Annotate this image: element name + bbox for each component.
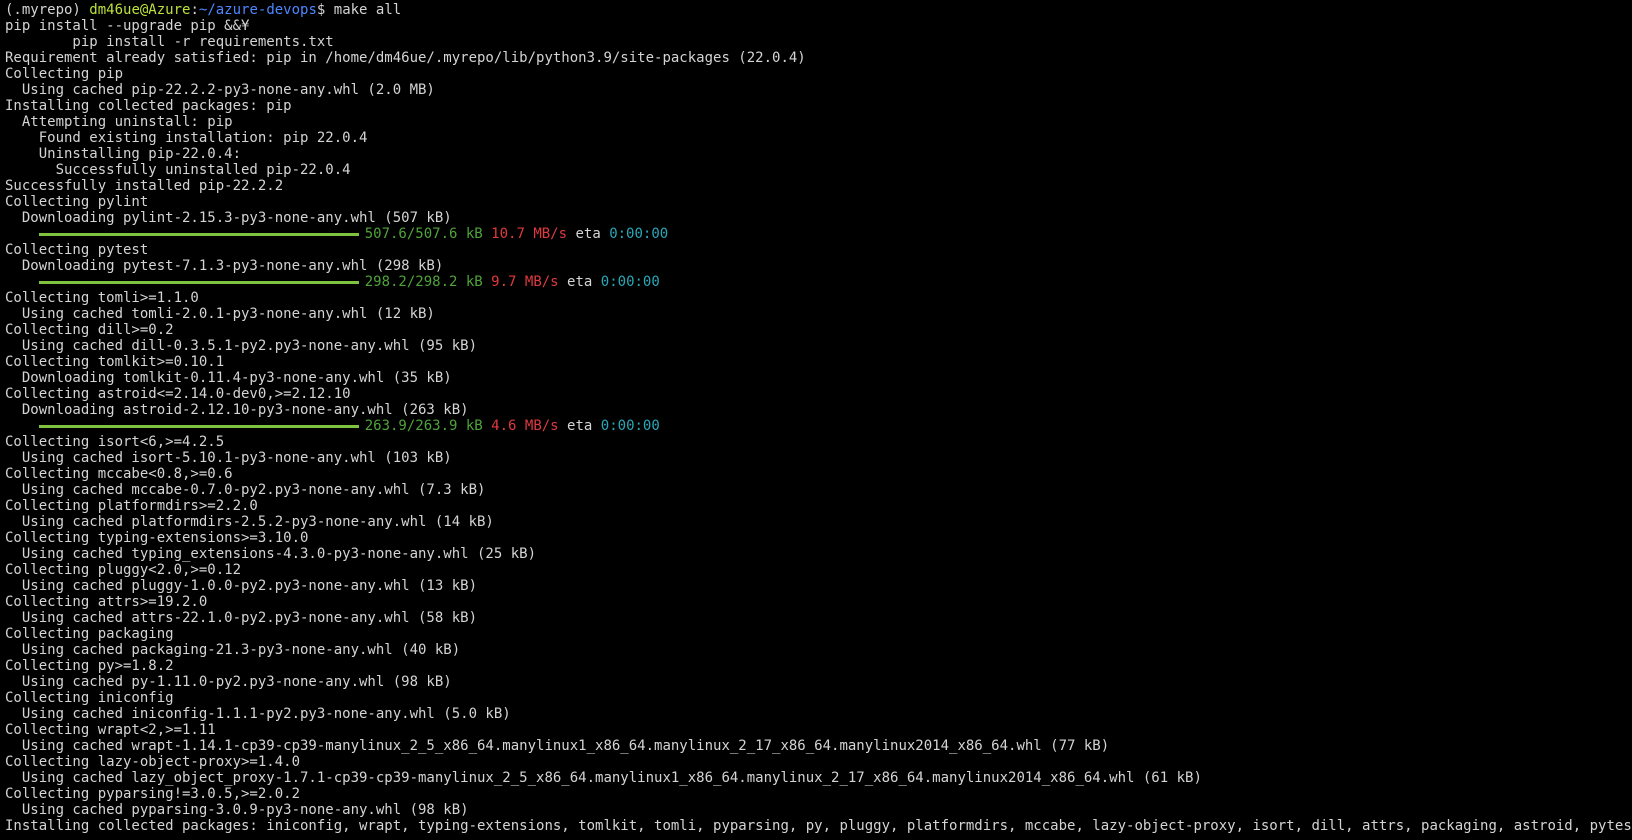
output-line: Downloading pytest-7.1.3-py3-none-any.wh… [5, 258, 444, 274]
output-line: Collecting pytest [5, 242, 149, 258]
output-line: Using cached mccabe-0.7.0-py2.py3-none-a… [5, 482, 486, 498]
download-speed: 4.6 MB/s [491, 418, 559, 434]
output-line: Using cached pip-22.2.2-py3-none-any.whl… [5, 82, 435, 98]
prompt-user-host: dm46ue@Azure [89, 2, 191, 18]
output-line: Uninstalling pip-22.0.4: [5, 146, 242, 162]
output-line: Collecting dill>=0.2 [5, 322, 174, 338]
output-line: Collecting lazy-object-proxy>=1.4.0 [5, 754, 301, 770]
download-progress-line: 263.9/263.9 kB 4.6 MB/s eta 0:00:00 [5, 418, 1632, 434]
output-line: Using cached typing_extensions-4.3.0-py3… [5, 546, 537, 562]
terminal-window[interactable]: (.myrepo) dm46ue@Azure:~/azure-devops$ m… [0, 0, 1632, 840]
output-line: Using cached tomli-2.0.1-py3-none-any.wh… [5, 306, 435, 322]
download-size: 298.2/298.2 kB [364, 274, 483, 290]
output-line: Requirement already satisfied: pip in /h… [5, 50, 806, 66]
output-line: Collecting iniconfig [5, 690, 174, 706]
prompt-venv: (.myrepo) [5, 2, 90, 18]
download-size: 507.6/507.6 kB [364, 226, 483, 242]
output-line: Successfully uninstalled pip-22.0.4 [5, 162, 351, 178]
output-line: Collecting typing-extensions>=3.10.0 [5, 530, 309, 546]
output-line: Collecting pylint [5, 194, 149, 210]
output-line: Collecting platformdirs>=2.2.0 [5, 498, 258, 514]
output-line: Attempting uninstall: pip [5, 114, 233, 130]
eta-label: eta [567, 418, 593, 434]
output-line: Collecting astroid<=2.14.0-dev0,>=2.12.1… [5, 386, 351, 402]
output-line: Using cached platformdirs-2.5.2-py3-none… [5, 514, 494, 530]
output-line: Collecting tomli>=1.1.0 [5, 290, 199, 306]
output-line: Collecting isort<6,>=4.2.5 [5, 434, 225, 450]
prompt-symbol: $ [316, 2, 334, 18]
output-line: Downloading tomlkit-0.11.4-py3-none-any.… [5, 370, 452, 386]
prompt-path: ~/azure-devops [198, 2, 317, 18]
download-speed: 10.7 MB/s [491, 226, 568, 242]
eta-value: 0:00:00 [600, 274, 660, 290]
output-line: Using cached pyparsing-3.0.9-py3-none-an… [5, 802, 469, 818]
output-line: Collecting attrs>=19.2.0 [5, 594, 208, 610]
eta-label: eta [575, 226, 601, 242]
output-line: Collecting py>=1.8.2 [5, 658, 174, 674]
download-size: 263.9/263.9 kB [364, 418, 483, 434]
output-line: Using cached lazy_object_proxy-1.7.1-cp3… [5, 770, 1202, 786]
progress-bar [38, 424, 359, 428]
download-progress-line: 298.2/298.2 kB 9.7 MB/s eta 0:00:00 [5, 274, 1632, 290]
output-line: Installing collected packages: iniconfig… [5, 818, 1632, 834]
output-line: Downloading astroid-2.12.10-py3-none-any… [5, 402, 469, 418]
output-line: Collecting tomlkit>=0.10.1 [5, 354, 225, 370]
output-line: Using cached attrs-22.1.0-py2.py3-none-a… [5, 610, 478, 626]
output-line: pip install -r requirements.txt [5, 34, 334, 50]
output-line: Collecting pip [5, 66, 124, 82]
output-line: Successfully installed pip-22.2.2 [5, 178, 284, 194]
output-line: Using cached packaging-21.3-py3-none-any… [5, 642, 461, 658]
progress-bar [38, 280, 359, 284]
output-line: pip install --upgrade pip &&¥ [5, 18, 250, 34]
output-line: Using cached wrapt-1.14.1-cp39-cp39-many… [5, 738, 1110, 754]
output-line: Using cached dill-0.3.5.1-py2.py3-none-a… [5, 338, 478, 354]
progress-bar [38, 232, 359, 236]
output-line: Using cached iniconfig-1.1.1-py2.py3-non… [5, 706, 511, 722]
prompt-command: make all [333, 2, 402, 18]
output-line: Collecting packaging [5, 626, 174, 642]
output-line: Downloading pylint-2.15.3-py3-none-any.w… [5, 210, 452, 226]
download-progress-line: 507.6/507.6 kB 10.7 MB/s eta 0:00:00 [5, 226, 1632, 242]
eta-value: 0:00:00 [609, 226, 669, 242]
output-line: Collecting pyparsing!=3.0.5,>=2.0.2 [5, 786, 301, 802]
output-line: Found existing installation: pip 22.0.4 [5, 130, 368, 146]
output-line: Installing collected packages: pip [5, 98, 292, 114]
prompt-separator: : [190, 2, 199, 18]
eta-label: eta [567, 274, 593, 290]
output-line: Collecting pluggy<2.0,>=0.12 [5, 562, 242, 578]
output-line: Collecting mccabe<0.8,>=0.6 [5, 466, 233, 482]
download-speed: 9.7 MB/s [491, 274, 559, 290]
output-line: Collecting wrapt<2,>=1.11 [5, 722, 216, 738]
prompt-line: (.myrepo) dm46ue@Azure:~/azure-devops$ m… [5, 2, 1632, 18]
eta-value: 0:00:00 [600, 418, 660, 434]
output-line: Using cached pluggy-1.0.0-py2.py3-none-a… [5, 578, 478, 594]
output-line: Using cached py-1.11.0-py2.py3-none-any.… [5, 674, 452, 690]
output-line: Using cached isort-5.10.1-py3-none-any.w… [5, 450, 452, 466]
